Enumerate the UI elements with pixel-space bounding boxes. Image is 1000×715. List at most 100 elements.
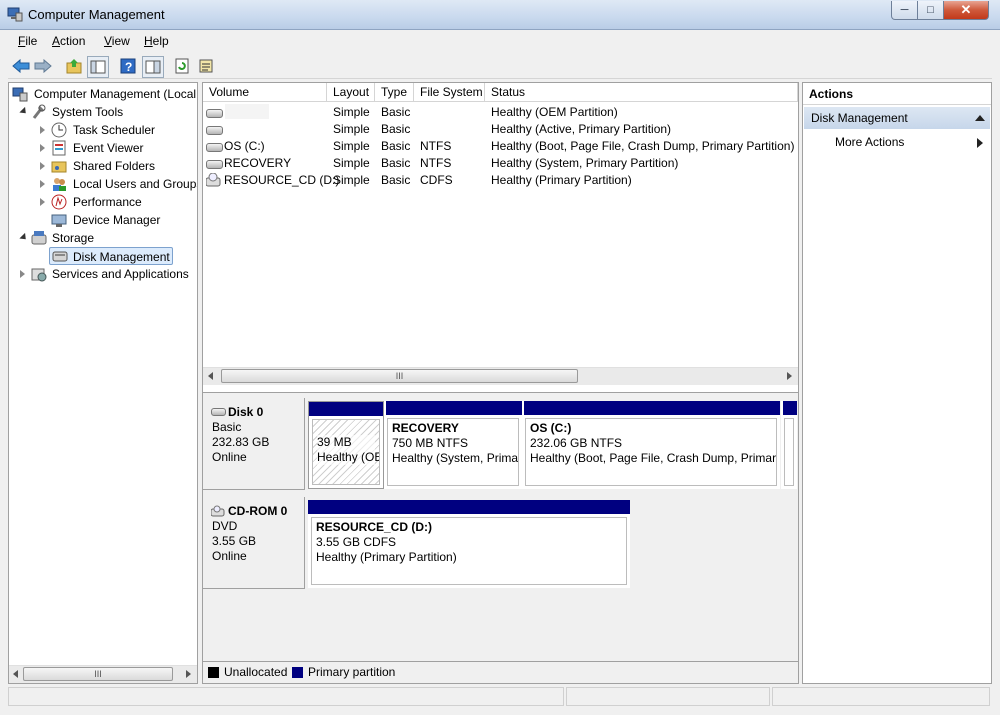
cell-volume: RECOVERY	[224, 156, 292, 170]
partition-resource-cd[interactable]: RESOURCE_CD (D:) 3.55 GB CDFS Healthy (P…	[308, 500, 630, 588]
cdrom-0-size: 3.55 GB	[212, 534, 257, 548]
menu-view[interactable]: View	[104, 34, 130, 48]
tree-item-device-manager[interactable]: Device Manager	[39, 211, 197, 229]
tree-item-shared-folders[interactable]: Shared Folders	[39, 157, 197, 175]
expand-icon[interactable]	[40, 126, 45, 134]
cell-status: Healthy (Boot, Page File, Crash Dump, Pr…	[491, 139, 795, 153]
scroll-right-icon[interactable]	[186, 670, 191, 678]
partition-name: OS (C:)	[530, 421, 572, 435]
menu-action[interactable]: Action	[52, 34, 85, 48]
computer-management-icon	[12, 87, 28, 102]
cdrom-0-type: DVD	[212, 519, 238, 533]
expand-icon[interactable]	[40, 198, 45, 206]
cdrom-0-state: Online	[212, 549, 247, 563]
disk-0-info[interactable]: Disk 0 Basic 232.83 GB Online	[203, 398, 305, 490]
menu-help[interactable]: Help	[144, 34, 169, 48]
tree-horizontal-scrollbar[interactable]: III	[9, 665, 197, 683]
scroll-left-icon[interactable]	[13, 670, 18, 678]
disk-management-icon	[52, 251, 68, 262]
show-hide-tree-button[interactable]	[87, 56, 109, 78]
tree-item-storage[interactable]: Storage	[19, 229, 197, 247]
column-header-type[interactable]: Type	[375, 83, 414, 102]
cell-status: Healthy (Primary Partition)	[491, 173, 632, 187]
partition-size: 39 MB	[317, 435, 375, 450]
partition-bar	[308, 500, 630, 514]
cell-status: Healthy (System, Primary Partition)	[491, 156, 679, 170]
expand-icon[interactable]	[40, 144, 45, 152]
drive-icon	[206, 126, 223, 135]
up-level-button[interactable]	[64, 56, 84, 76]
console-tree: Computer Management (Local System Tools …	[8, 82, 198, 684]
cell-file-system: CDFS	[420, 173, 453, 187]
cell-status: Healthy (OEM Partition)	[491, 105, 618, 119]
partition-os-body: OS (C:) 232.06 GB NTFS Healthy (Boot, Pa…	[525, 418, 777, 486]
collapse-icon[interactable]	[19, 106, 29, 117]
actions-section-label: Disk Management	[811, 111, 908, 125]
minimize-button[interactable]: ─	[891, 1, 918, 20]
maximize-button[interactable]: □	[917, 1, 944, 20]
expand-icon[interactable]	[40, 180, 45, 188]
column-header-file-system[interactable]: File System	[414, 83, 485, 102]
scroll-thumb[interactable]: III	[221, 369, 578, 383]
more-actions-label: More Actions	[835, 135, 905, 149]
tree-item-task-scheduler[interactable]: Task Scheduler	[39, 121, 197, 139]
maximize-icon: □	[927, 4, 934, 16]
unallocated-swatch	[208, 667, 219, 678]
properties-button[interactable]	[196, 56, 216, 76]
cd-drive-icon	[206, 173, 221, 187]
title-bar[interactable]: Computer Management ─ □ ✕	[0, 0, 1000, 30]
partition-hidden[interactable]	[781, 401, 797, 489]
users-icon	[53, 178, 66, 191]
close-icon: ✕	[960, 2, 972, 17]
collapse-up-icon[interactable]	[975, 115, 985, 121]
system-tools-icon	[32, 104, 46, 119]
partition-recovery[interactable]: RECOVERY 750 MB NTFS Healthy (System, Pr…	[384, 401, 522, 489]
status-cell-2	[566, 687, 770, 706]
disk-map: Disk 0 Basic 232.83 GB Online 39 MB Heal…	[203, 392, 798, 663]
disk-0-type: Basic	[212, 420, 242, 434]
shared-folder-icon	[51, 161, 67, 173]
partition-name: RESOURCE_CD (D:)	[316, 520, 433, 534]
submenu-arrow-icon	[977, 138, 983, 148]
refresh-button[interactable]	[172, 56, 192, 76]
tree-item-services[interactable]: Services and Applications	[19, 265, 197, 283]
tree-item-performance[interactable]: Performance	[39, 193, 197, 211]
cdrom-0-name: CD-ROM 0	[228, 504, 288, 518]
cell-layout: Simple	[333, 156, 370, 170]
tree-item-local-users[interactable]: Local Users and Groups	[39, 175, 197, 193]
scroll-thumb[interactable]: III	[23, 667, 173, 681]
menu-file[interactable]: File	[18, 34, 37, 48]
primary-partition-swatch	[292, 667, 303, 678]
actions-section-disk-management[interactable]: Disk Management	[804, 107, 990, 129]
cell-type: Basic	[381, 173, 411, 187]
partition-oem[interactable]: 39 MB Healthy (OEM	[308, 401, 384, 489]
column-header-layout[interactable]: Layout	[327, 83, 375, 102]
partition-size: 232.06 GB NTFS	[530, 436, 623, 450]
tree-item-disk-management[interactable]: Disk Management	[49, 247, 173, 265]
volume-list-horizontal-scrollbar[interactable]: III	[203, 367, 798, 385]
cdrom-0-info[interactable]: CD-ROM 0 DVD 3.55 GB Online	[203, 497, 305, 589]
expand-icon[interactable]	[40, 162, 45, 170]
back-button[interactable]	[11, 56, 31, 76]
cell-file-system: NTFS	[420, 139, 452, 153]
help-button[interactable]: ?	[118, 56, 138, 76]
close-button[interactable]: ✕	[943, 1, 989, 20]
scroll-right-icon[interactable]	[787, 372, 792, 380]
more-actions-item[interactable]: More Actions	[804, 132, 990, 152]
tree-item-system-tools[interactable]: System Tools	[19, 103, 197, 121]
scroll-left-icon[interactable]	[208, 372, 213, 380]
collapse-icon[interactable]	[19, 232, 29, 243]
partition-bar	[783, 401, 797, 415]
actions-header: Actions	[803, 83, 991, 105]
partition-recovery-body: RECOVERY 750 MB NTFS Healthy (System, Pr…	[387, 418, 519, 486]
cell-layout: Simple	[333, 173, 370, 187]
column-header-volume[interactable]: Volume	[203, 83, 327, 102]
forward-button[interactable]	[33, 56, 53, 76]
show-hide-action-pane-button[interactable]	[142, 56, 164, 78]
partition-bar	[309, 402, 383, 416]
partition-os-c[interactable]: OS (C:) 232.06 GB NTFS Healthy (Boot, Pa…	[522, 401, 780, 489]
partition-size: 3.55 GB CDFS	[316, 535, 397, 549]
expand-icon[interactable]	[20, 270, 25, 278]
tree-item-event-viewer[interactable]: Event Viewer	[39, 139, 197, 157]
column-header-status[interactable]: Status	[485, 83, 798, 102]
